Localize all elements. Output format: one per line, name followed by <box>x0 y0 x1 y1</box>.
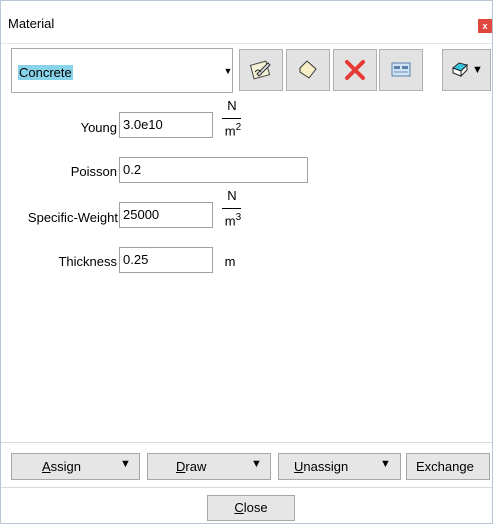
chevron-down-icon: ▼ <box>120 458 131 470</box>
assign-button[interactable]: Assign ▼ <box>11 453 140 480</box>
layer-menu-icon <box>450 60 470 80</box>
specific-weight-unit-fraction-line <box>222 208 241 209</box>
close-button[interactable]: Close <box>207 495 295 521</box>
young-unit-fraction-line <box>222 118 241 119</box>
edit-material-icon <box>249 58 273 82</box>
title-bar: Material x <box>1 1 492 44</box>
delete-icon <box>343 58 367 82</box>
exchange-button[interactable]: Exchange <box>406 453 490 480</box>
thickness-input[interactable]: 0.25 <box>119 247 213 273</box>
young-unit-numerator: N <box>227 98 237 113</box>
new-material-icon <box>296 58 320 82</box>
poisson-label: Poisson <box>70 164 117 179</box>
poisson-input[interactable]: 0.2 <box>119 157 308 183</box>
specific-weight-input[interactable]: 25000 <box>119 202 213 228</box>
divider <box>1 487 492 488</box>
thickness-label: Thickness <box>58 254 117 269</box>
material-select-arrow[interactable]: ▼ <box>222 64 234 78</box>
specific-weight-label: Specific-Weight <box>27 210 118 225</box>
draw-button[interactable]: Draw ▼ <box>147 453 271 480</box>
chevron-down-icon: ▼ <box>380 458 391 470</box>
unassign-button[interactable]: Unassign ▼ <box>278 453 401 480</box>
young-unit-denominator: m2 <box>224 122 242 139</box>
new-material-button[interactable] <box>286 49 330 91</box>
chevron-down-icon: ▼ <box>472 64 483 76</box>
young-label: Young <box>80 120 117 135</box>
material-select[interactable]: Concrete <box>11 48 233 93</box>
specific-weight-unit-denominator: m3 <box>224 212 242 229</box>
thickness-unit: m <box>224 254 236 269</box>
close-window-button[interactable]: x <box>478 19 492 33</box>
material-window: Material x Concrete ▼ ▼ Young 3.0e10 N m… <box>0 0 493 524</box>
specific-weight-unit-numerator: N <box>227 188 237 203</box>
divider <box>1 442 492 443</box>
window-title: Material <box>8 16 55 31</box>
properties-button[interactable] <box>379 49 423 91</box>
layer-menu-button[interactable]: ▼ <box>442 49 491 91</box>
chevron-down-icon: ▼ <box>251 458 262 470</box>
delete-material-button[interactable] <box>333 49 377 91</box>
edit-material-button[interactable] <box>239 49 283 91</box>
properties-icon <box>389 60 413 80</box>
material-select-value: Concrete <box>18 65 73 80</box>
young-input[interactable]: 3.0e10 <box>119 112 213 138</box>
